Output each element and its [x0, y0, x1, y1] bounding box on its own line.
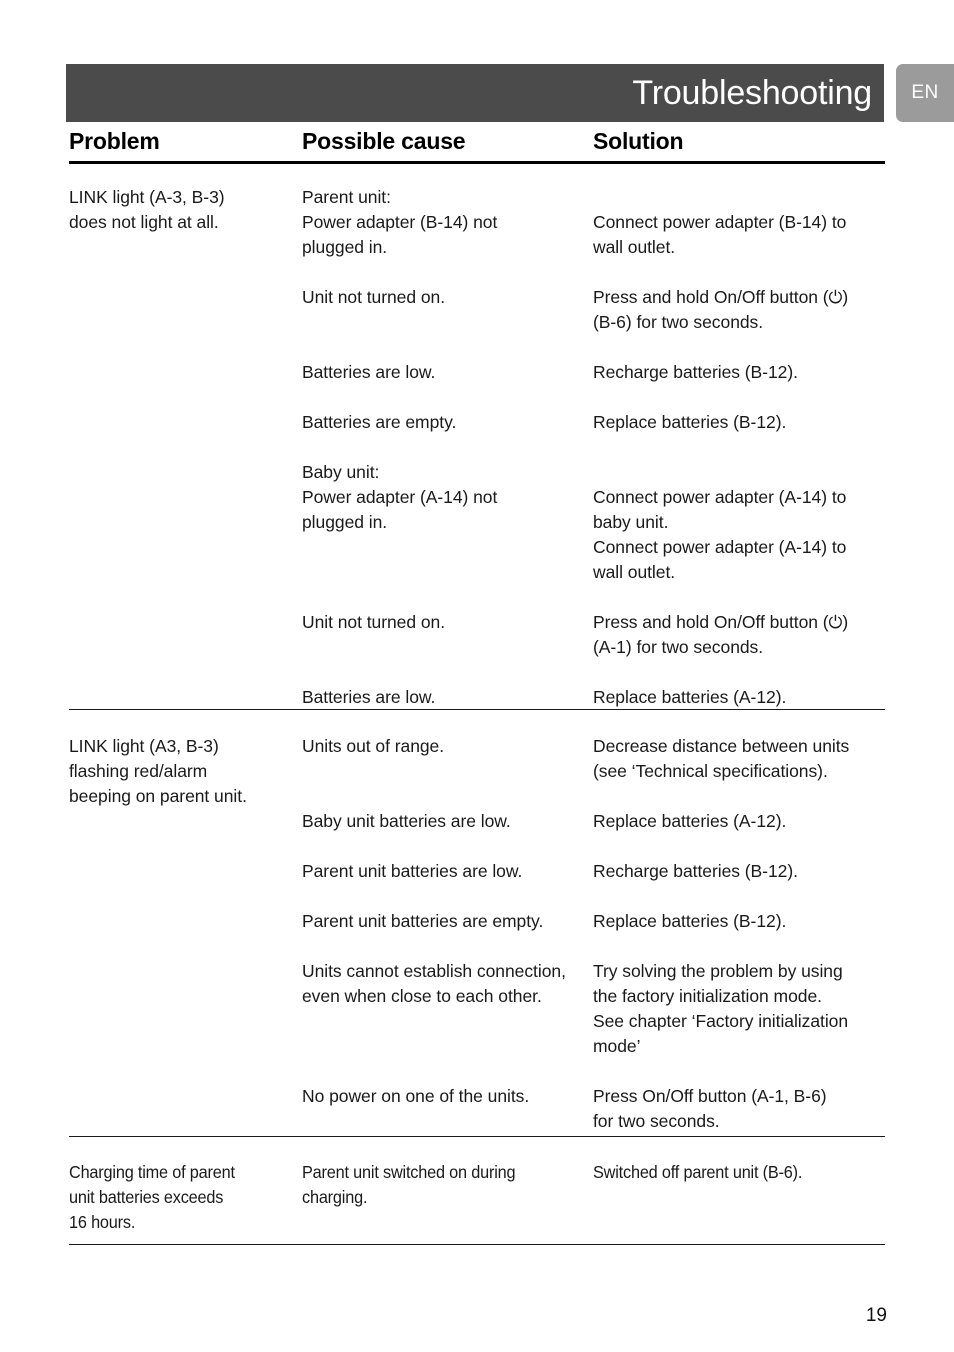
table-row: Units cannot establish connection, even …	[302, 961, 566, 1006]
document-page: Troubleshooting EN Problem Possible caus…	[0, 0, 954, 1352]
table-row: Recharge batteries (B-12).	[593, 362, 798, 382]
table-row: No power on one of the units.	[302, 1086, 530, 1106]
table-row: Try solving the problem by using the fac…	[593, 961, 849, 1056]
section-divider-1	[69, 709, 885, 711]
table-row: Batteries are empty.	[302, 412, 457, 432]
page-title: Troubleshooting	[632, 74, 872, 112]
column-header-problem: Problem	[69, 128, 160, 154]
language-badge-label: EN	[911, 82, 939, 103]
table-row: Replace batteries (A-12).	[593, 687, 787, 707]
table-row: Batteries are low.	[302, 362, 436, 382]
table-row: Unit not turned on.	[302, 287, 446, 307]
table-row: Batteries are low.	[302, 687, 436, 707]
table-row: Replace batteries (B-12).	[593, 911, 787, 931]
table-row: Switched off parent unit (B-6).	[593, 1162, 803, 1182]
page-number: 19	[865, 1305, 887, 1326]
table-row: LINK light (A-3, B-3) does not light at …	[69, 187, 225, 232]
table-row: Connect power adapter (A-14) to baby uni…	[593, 487, 847, 582]
section-divider-2	[69, 1136, 885, 1138]
header-rule	[69, 161, 885, 164]
table-row: Parent unit batteries are low.	[302, 861, 523, 881]
table-row: LINK light (A3, B-3) flashing red/alarm …	[69, 736, 247, 806]
language-badge: EN	[896, 64, 954, 122]
table-row: Units out of range.	[302, 736, 445, 756]
table-row: Replace batteries (A-12).	[593, 811, 787, 831]
table-row: Parent unit switched on during charging.	[302, 1162, 516, 1207]
table-row: Parent unit: Power adapter (B-14) not pl…	[302, 187, 498, 257]
table-row: Baby unit batteries are low.	[302, 811, 511, 831]
table-row: Press and hold On/Off button (⏻) (A-1) f…	[593, 612, 849, 657]
column-header-possible-cause: Possible cause	[302, 128, 466, 154]
table-row: Press and hold On/Off button (⏻) (B-6) f…	[593, 287, 849, 332]
table-row: Recharge batteries (B-12).	[593, 861, 798, 881]
chapter-header-band: Troubleshooting	[66, 64, 884, 122]
table-row: Connect power adapter (B-14) to wall out…	[593, 212, 847, 257]
table-row: Baby unit: Power adapter (A-14) not plug…	[302, 462, 498, 532]
table-row: Press On/Off button (A-1, B-6) for two s…	[593, 1086, 827, 1131]
column-header-solution: Solution	[593, 128, 684, 154]
table-row: Unit not turned on.	[302, 612, 446, 632]
table-row: Replace batteries (B-12).	[593, 412, 787, 432]
table-row: Charging time of parent unit batteries e…	[69, 1162, 235, 1232]
table-row: Decrease distance between units (see ‘Te…	[593, 736, 850, 781]
table-row: Parent unit batteries are empty.	[302, 911, 544, 931]
table-column-headers: Problem Possible cause Solution	[69, 128, 885, 160]
table-bottom-rule	[69, 1244, 885, 1246]
